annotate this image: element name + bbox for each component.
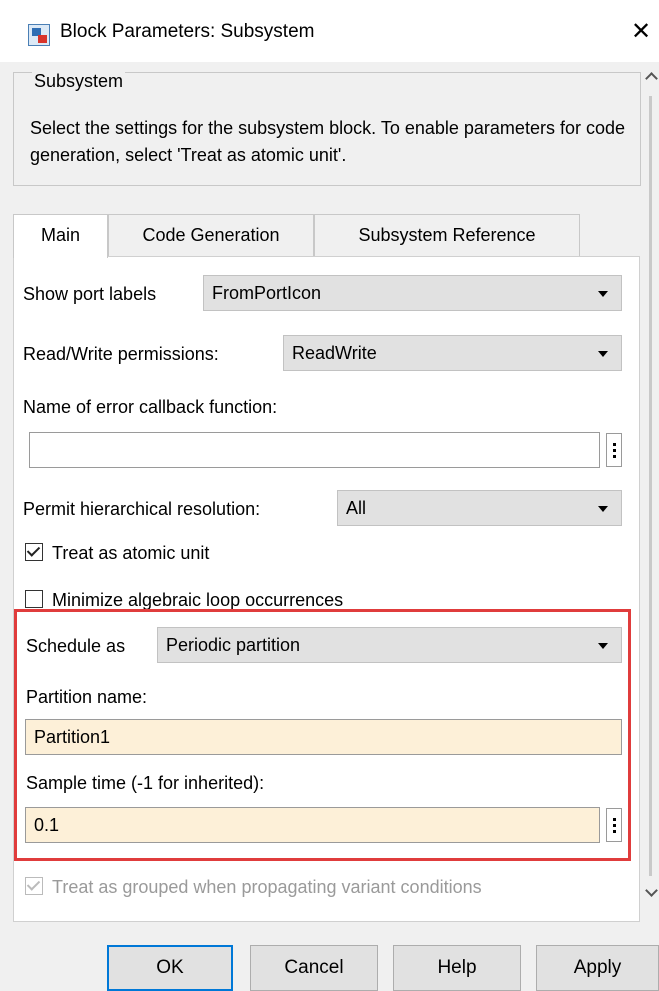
main-tab-panel: Show port labels FromPortIcon Read/Write… — [13, 256, 640, 922]
cancel-button[interactable]: Cancel — [250, 945, 378, 991]
show-port-labels-value: FromPortIcon — [212, 283, 322, 303]
schedule-as-label: Schedule as — [26, 636, 126, 656]
treat-grouped-label: Treat as grouped when propagating varian… — [52, 877, 482, 897]
rw-permissions-value: ReadWrite — [292, 343, 377, 363]
sample-time-label: Sample time (-1 for inherited): — [26, 773, 265, 793]
treat-atomic-checkbox[interactable] — [25, 543, 43, 561]
partition-name-label: Partition name: — [26, 687, 148, 707]
hierarchical-resolution-label: Permit hierarchical resolution: — [23, 499, 261, 519]
show-port-labels-label: Show port labels — [23, 284, 157, 304]
treat-grouped-checkbox[interactable] — [25, 877, 43, 895]
error-callback-label: Name of error callback function: — [23, 397, 278, 417]
tab-code-generation[interactable]: Code Generation — [108, 214, 314, 256]
title-bar: Block Parameters: Subsystem ✕ — [0, 0, 659, 62]
schedule-as-dropdown[interactable]: Periodic partition — [157, 627, 622, 663]
treat-atomic-label: Treat as atomic unit — [52, 543, 210, 563]
subsystem-group: Subsystem Select the settings for the su… — [13, 71, 641, 186]
scroll-content: Subsystem Select the settings for the su… — [12, 62, 641, 922]
partition-name-field[interactable]: Partition1 — [25, 719, 622, 755]
scroll-up-icon[interactable] — [645, 70, 657, 82]
sample-time-field[interactable]: 0.1 — [25, 807, 600, 843]
minimize-loops-checkbox[interactable] — [25, 590, 43, 608]
chevron-down-icon — [598, 643, 608, 649]
chevron-down-icon — [598, 291, 608, 297]
rw-permissions-dropdown[interactable]: ReadWrite — [283, 335, 622, 371]
dialog-client-area: Subsystem Select the settings for the su… — [0, 62, 659, 991]
checkmark-icon — [26, 543, 41, 557]
hierarchical-resolution-value: All — [346, 498, 367, 518]
schedule-as-value: Periodic partition — [166, 635, 301, 655]
window-title: Block Parameters: Subsystem — [60, 21, 315, 42]
checkmark-icon — [26, 877, 41, 891]
group-title: Subsystem — [32, 71, 126, 92]
rw-permissions-label: Read/Write permissions: — [23, 344, 219, 364]
ok-button[interactable]: OK — [107, 945, 233, 991]
error-callback-field[interactable] — [29, 432, 600, 468]
tab-main[interactable]: Main — [13, 214, 108, 258]
more-options-icon[interactable] — [606, 808, 622, 842]
vertical-scrollbar[interactable] — [641, 62, 659, 922]
hierarchical-resolution-dropdown[interactable]: All — [337, 490, 622, 526]
simulink-app-icon — [28, 24, 50, 46]
more-options-icon[interactable] — [606, 433, 622, 467]
apply-button[interactable]: Apply — [536, 945, 659, 991]
scroll-thumb[interactable] — [649, 96, 652, 876]
minimize-loops-label: Minimize algebraic loop occurrences — [52, 590, 344, 610]
scroll-down-icon[interactable] — [645, 886, 657, 898]
tab-subsystem-reference[interactable]: Subsystem Reference — [314, 214, 580, 256]
group-description: Select the settings for the subsystem bl… — [30, 118, 625, 165]
chevron-down-icon — [598, 506, 608, 512]
chevron-down-icon — [598, 351, 608, 357]
close-icon[interactable]: ✕ — [626, 15, 656, 49]
help-button[interactable]: Help — [393, 945, 521, 991]
show-port-labels-dropdown[interactable]: FromPortIcon — [203, 275, 622, 311]
